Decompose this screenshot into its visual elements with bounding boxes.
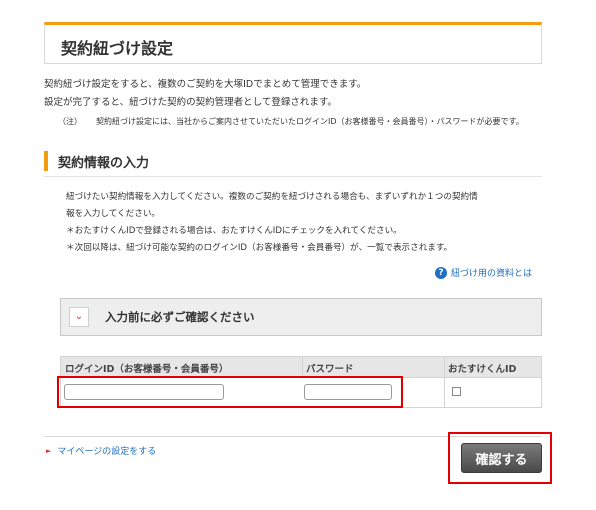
page-title: 契約紐づけ設定 xyxy=(61,39,174,58)
section-desc-line-1: 紐づけたい契約情報を入力してください。複数のご契約を紐づけされる場合も、まずいず… xyxy=(66,192,478,202)
section-title: 契約情報の入力 xyxy=(58,156,150,171)
section-accent-bar xyxy=(44,151,48,171)
note-text: 契約紐づけ設定には、当社からご案内させていただいたログインID（お客様番号・会員… xyxy=(96,117,524,126)
input-highlight-frame xyxy=(57,376,403,408)
section-desc-line-3: ＊おたすけくんIDで登録される場合は、おたすけくんIDにチェックを入れてください… xyxy=(66,226,402,236)
doc-link-label: 紐づけ用の資料とは xyxy=(451,269,533,279)
header-password: パスワード xyxy=(306,364,354,375)
note-label: （注） xyxy=(58,117,82,126)
form-table-header: ログインID（お客様番号・会員番号） パスワード おたすけくんID xyxy=(60,356,542,378)
doc-link[interactable]: ? 紐づけ用の資料とは xyxy=(435,266,532,279)
help-icon: ? xyxy=(435,266,447,279)
header-otasuke-id: おたすけくんID xyxy=(448,364,517,375)
col-divider xyxy=(302,357,303,377)
otasuke-id-checkbox[interactable] xyxy=(452,387,461,396)
arrow-right-icon: ► xyxy=(46,446,52,455)
confirm-button[interactable]: 確認する xyxy=(461,443,542,473)
intro-line-2: 設定が完了すると、紐づけた契約の契約管理者として登録されます。 xyxy=(44,97,337,108)
expand-toggle[interactable]: ⌄ xyxy=(69,307,89,327)
intro-note: （注） 契約紐づけ設定には、当社からご案内させていただいたログインID（お客様番号… xyxy=(58,116,524,127)
intro-line-1: 契約紐づけ設定をすると、複数のご契約を大塚IDでまとめて管理できます。 xyxy=(44,79,367,90)
col-divider xyxy=(444,378,445,407)
col-divider xyxy=(444,357,445,377)
section-desc-line-4: ＊次回以降は、紐づけ可能な契約のログインID（お客様番号・会員番号）が、一覧で表… xyxy=(66,243,453,253)
mypage-settings-link[interactable]: ► マイページの設定をする xyxy=(46,444,157,458)
notice-label: 入力前に必ずご確認ください xyxy=(105,310,255,324)
page-title-box: 契約紐づけ設定 xyxy=(44,22,542,64)
section-divider xyxy=(44,176,542,177)
notice-accordion[interactable]: ⌄ 入力前に必ずご確認ください xyxy=(60,298,542,336)
section-desc-line-2: 報を入力してください。 xyxy=(66,209,161,219)
header-login-id: ログインID（お客様番号・会員番号） xyxy=(65,364,229,375)
mypage-settings-label: マイページの設定をする xyxy=(57,447,157,457)
chevron-down-icon: ⌄ xyxy=(74,311,84,322)
